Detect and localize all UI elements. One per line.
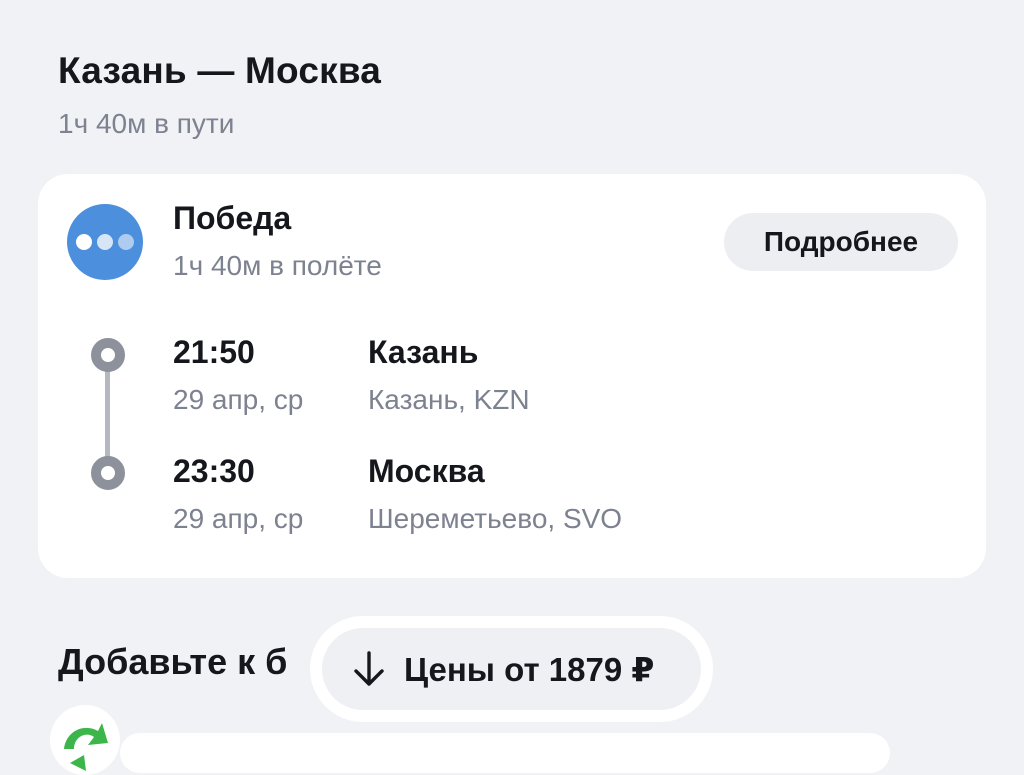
prices-label: Цены от 1879 ₽ <box>404 651 655 688</box>
arrival-time: 23:30 <box>173 453 255 489</box>
route-title: Казань — Москва <box>58 50 382 91</box>
arrival-city: Москва <box>368 453 485 489</box>
logo-dot <box>97 234 113 250</box>
logo-dot <box>118 234 134 250</box>
prices-button[interactable]: Цены от 1879 ₽ <box>322 628 701 710</box>
arrival-date: 29 апр, ср <box>173 503 304 534</box>
flight-duration: 1ч 40м в полёте <box>173 250 382 281</box>
promo-icon <box>50 705 120 775</box>
departure-city: Казань <box>368 334 479 370</box>
arrival-node-icon <box>91 456 125 490</box>
flight-card: Победа 1ч 40м в полёте Подробнее 21:50 2… <box>38 174 986 578</box>
addons-heading: Добавьте к б <box>58 641 288 682</box>
departure-date: 29 апр, ср <box>173 384 304 415</box>
departure-airport: Казань, KZN <box>368 384 530 415</box>
promo-icon-graphic <box>64 723 108 771</box>
arrival-airport: Шереметьево, SVO <box>368 503 623 534</box>
arrow-down-icon <box>354 651 384 686</box>
details-button[interactable]: Подробнее <box>724 213 958 271</box>
logo-dot <box>76 234 92 250</box>
departure-time: 21:50 <box>173 334 255 370</box>
route-duration: 1ч 40м в пути <box>58 108 235 139</box>
airline-name: Победа <box>173 200 292 236</box>
departure-node-icon <box>91 338 125 372</box>
addon-card[interactable] <box>120 733 890 773</box>
airline-logo <box>67 204 143 280</box>
